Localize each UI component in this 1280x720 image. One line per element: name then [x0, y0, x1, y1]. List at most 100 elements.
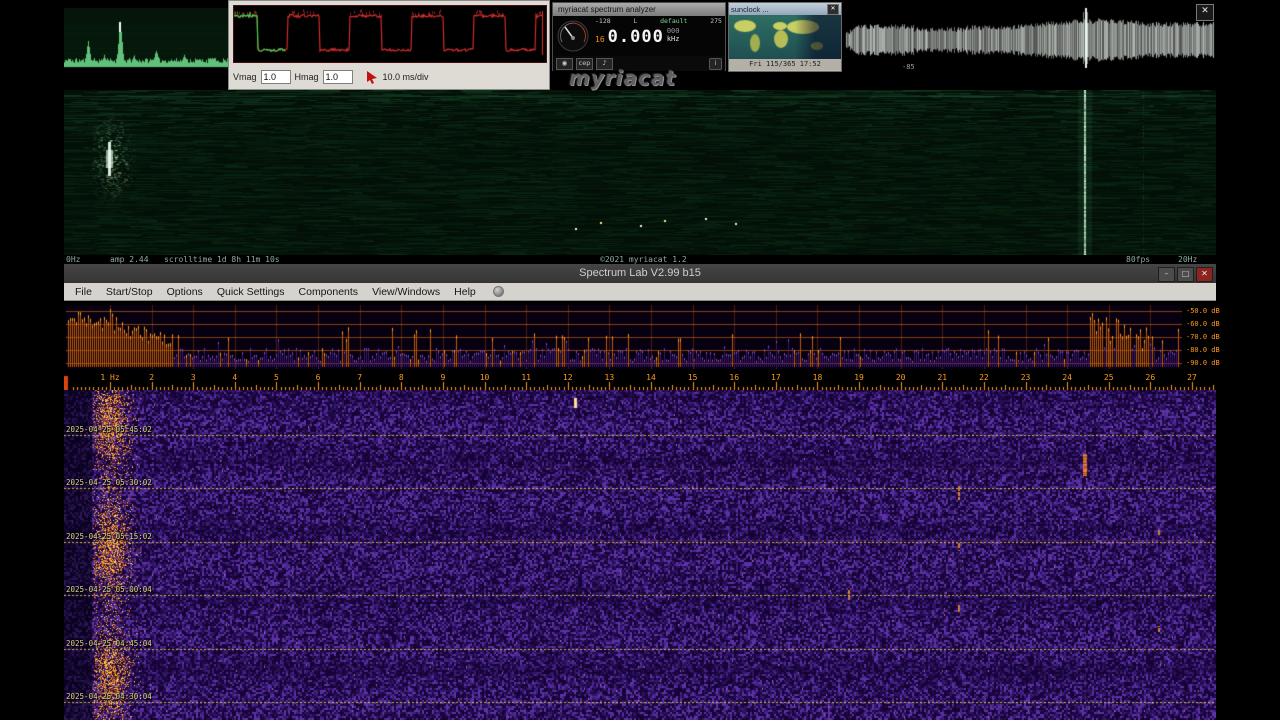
vmag-label: Vmag: [233, 72, 257, 82]
aux-readout: 275: [710, 17, 722, 25]
sunclock-titlebar[interactable]: sunclock ... ✕: [729, 3, 841, 15]
spectrum-lab-main: -50.0 dB -60.0 dB -70.0 dB -80.0 dB -90.0 dB…: [64, 301, 1220, 720]
preset-readout: default: [660, 17, 688, 25]
menu-bar: File Start/Stop Options Quick Settings Compo…: [64, 283, 1216, 301]
info-button[interactable]: i: [709, 57, 722, 70]
frequency-tick-label: 2: [149, 373, 155, 382]
status-amp: amp 2.44: [110, 255, 149, 264]
myriacat-window: Vmag Hmag 10.0 ms/div myriacat spectrum …: [64, 0, 1216, 264]
level-readout: -128: [595, 17, 611, 25]
myriacat-waterfall-display[interactable]: [64, 90, 1216, 255]
frequency-tick-label: 6: [315, 373, 321, 382]
envelope-display: [844, 6, 1216, 70]
oscilloscope-screen: [233, 5, 547, 63]
analyzer-window: myriacat spectrum analyzer -128 L defaul…: [552, 2, 726, 71]
frequency-tick-label: 20: [895, 373, 906, 382]
menu-item-start-stop[interactable]: Start/Stop: [99, 286, 160, 298]
status-scrolltime: scrolltime 1d 8h 11m 10s: [164, 255, 280, 264]
frequency-tick-label: 19: [854, 373, 864, 382]
db-axis-label: -50.0 dB: [1186, 307, 1220, 315]
waterfall-timestamp: 2025-04-25 05:45:02: [66, 425, 152, 434]
channel-readout: L: [633, 17, 638, 25]
timebase-label: 10.0 ms/div: [382, 72, 429, 82]
status-left-frequency: 0Hz: [66, 255, 81, 264]
spectrum-lab-titlebar[interactable]: Spectrum Lab V2.99 b15 – □ ✕: [64, 264, 1216, 283]
hmag-label: Hmag: [294, 72, 319, 82]
frequency-tick-label: 10: [479, 373, 490, 382]
analyzer-title[interactable]: myriacat spectrum analyzer: [553, 3, 725, 16]
menu-item-quick-settings[interactable]: Quick Settings: [210, 286, 292, 298]
frequency-tick-label: 1 Hz: [100, 373, 120, 382]
frequency-tick-label: 18: [812, 373, 823, 382]
frequency-tick-label: 5: [274, 373, 279, 382]
frequency-tick-label: 21: [937, 373, 948, 382]
waterfall-timestamp: 2025-04-25 04:30:04: [66, 692, 152, 701]
vmag-input[interactable]: [260, 70, 291, 84]
envelope-db-marker: -85: [902, 63, 915, 71]
waterfall-timestamp: 2025-04-25 05:15:02: [66, 532, 152, 541]
menu-item-help[interactable]: Help: [447, 286, 483, 298]
frequency-tick-label: 22: [979, 373, 989, 382]
waterfall-timestamp: 2025-04-25 04:45:04: [66, 639, 152, 648]
frequency-readout: 0.000: [607, 27, 664, 47]
sunclock-close-button[interactable]: ✕: [827, 3, 839, 15]
menu-item-file[interactable]: File: [68, 286, 99, 298]
gain-readout: 16: [595, 35, 605, 44]
frequency-tick-label: 24: [1062, 373, 1072, 382]
frequency-tick-label: 17: [771, 373, 781, 382]
frequency-tick-label: 9: [440, 373, 446, 382]
waterfall-timestamp: 2025-04-25 05:00:04: [66, 585, 152, 594]
db-axis-label: -70.0 dB: [1186, 333, 1220, 341]
frequency-fraction: 000: [666, 27, 680, 35]
frequency-tick-label: 25: [1103, 373, 1114, 382]
myriacat-status-bar: 0Hz amp 2.44 scrolltime 1d 8h 11m 10s ©2…: [64, 255, 1216, 264]
frequency-tick-label: 11: [521, 373, 531, 382]
frequency-tick-label: 26: [1145, 373, 1156, 382]
oscilloscope-display: [234, 6, 544, 60]
digital-readout: -128 L default 275 16 0.000 000 kHz: [593, 16, 725, 56]
sunclock-map: [729, 15, 841, 59]
spectrum-lab-window: Spectrum Lab V2.99 b15 – □ ✕ File Start/S…: [64, 264, 1220, 720]
hmag-input[interactable]: [322, 70, 353, 84]
window-title: Spectrum Lab V2.99 b15: [579, 267, 701, 279]
frequency-tick-label: 15: [687, 373, 698, 382]
gauge-box: [553, 16, 593, 56]
status-led-icon: [492, 286, 504, 297]
frequency-tick-label: 27: [1187, 373, 1197, 382]
frequency-tick-label: 23: [1020, 373, 1031, 382]
level-meter-gauge: [557, 20, 589, 52]
myriacat-close-button[interactable]: ✕: [1196, 4, 1214, 21]
sl-spectrum-graph[interactable]: [66, 305, 1182, 369]
db-axis-label: -90.0 dB: [1186, 359, 1220, 367]
frequency-tick-label: 13: [604, 373, 615, 382]
menu-item-options[interactable]: Options: [160, 286, 210, 298]
frequency-tick-label: 7: [357, 373, 363, 382]
menu-item-view-windows[interactable]: View/Windows: [365, 286, 447, 298]
sl-waterfall-display[interactable]: [64, 390, 1216, 720]
oscilloscope-window: Vmag Hmag 10.0 ms/div: [228, 0, 550, 90]
minimize-button[interactable]: –: [1158, 267, 1175, 282]
waterfall-timestamp: 2025-04-25 05:30:02: [66, 478, 152, 487]
status-right-frequency: 20Hz: [1178, 255, 1198, 264]
frequency-unit: kHz: [666, 35, 680, 43]
frequency-tick-label: 3: [190, 373, 196, 382]
sunclock-title: sunclock ...: [731, 4, 769, 14]
frequency-tick-label: 12: [562, 373, 573, 382]
frequency-tick-label: 14: [646, 373, 656, 382]
frequency-tick-label: 8: [398, 373, 404, 382]
oscilloscope-controls: Vmag Hmag 10.0 ms/div: [233, 68, 545, 86]
menu-item-components[interactable]: Components: [292, 286, 366, 298]
close-button[interactable]: ✕: [1196, 267, 1213, 282]
db-axis-label: -80.0 dB: [1186, 346, 1220, 354]
status-fps: 80fps: [1126, 255, 1151, 264]
sunclock-status: Fri 115/365 17:52: [729, 59, 841, 70]
input-spectrum-display: [64, 8, 230, 68]
frequency-tick-label: 16: [729, 373, 740, 382]
sunclock-window: sunclock ... ✕ Fri 115/365 17:52: [728, 2, 842, 72]
analyzer-body: -128 L default 275 16 0.000 000 kHz: [553, 16, 725, 56]
frequency-tick-label: 4: [232, 373, 238, 382]
status-copyright: ©2021 myriacat 1.2: [600, 255, 687, 264]
myriacat-logo: myriacat: [569, 66, 677, 90]
maximize-button[interactable]: □: [1177, 267, 1194, 282]
desktop: Vmag Hmag 10.0 ms/div myriacat spectrum …: [0, 0, 1280, 720]
